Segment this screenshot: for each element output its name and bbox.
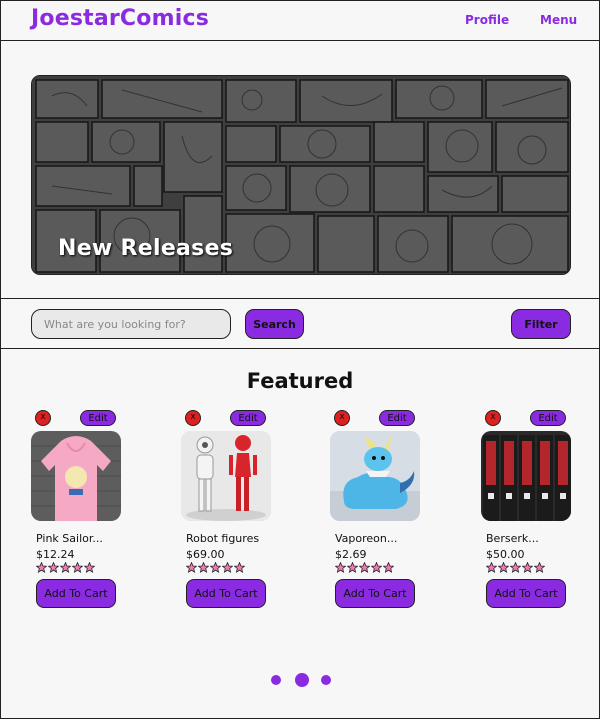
star-icon[interactable] (359, 562, 370, 573)
star-icon[interactable] (72, 562, 83, 573)
star-icon[interactable] (186, 562, 197, 573)
product-card: x Edit Berserk... $50.00 Add To Cart (481, 409, 600, 609)
star-icon[interactable] (210, 562, 221, 573)
pagination-dot-2-active[interactable] (295, 673, 309, 687)
star-rating[interactable] (186, 562, 245, 573)
star-icon[interactable] (383, 562, 394, 573)
filter-button[interactable]: Filter (511, 309, 571, 339)
product-image[interactable] (330, 431, 420, 521)
product-price: $12.24 (36, 548, 75, 561)
nav-profile-link[interactable]: Profile (465, 13, 509, 27)
star-icon[interactable] (234, 562, 245, 573)
site-logo[interactable]: JoestarComics (31, 6, 209, 31)
search-input[interactable] (31, 309, 231, 339)
star-icon[interactable] (60, 562, 71, 573)
star-icon[interactable] (222, 562, 233, 573)
delete-button[interactable]: x (485, 410, 501, 426)
edit-button[interactable]: Edit (530, 410, 566, 426)
star-icon[interactable] (48, 562, 59, 573)
star-rating[interactable] (335, 562, 394, 573)
product-image[interactable] (481, 431, 571, 521)
star-icon[interactable] (335, 562, 346, 573)
product-price: $2.69 (335, 548, 367, 561)
hero-banner[interactable]: New Releases (31, 75, 571, 275)
star-icon[interactable] (36, 562, 47, 573)
top-header: JoestarComics Profile Menu (1, 1, 599, 41)
star-rating[interactable] (486, 562, 545, 573)
product-card: x Edit Vaporeon... $2.69 Add To Cart (330, 409, 470, 609)
star-icon[interactable] (486, 562, 497, 573)
edit-button[interactable]: Edit (379, 410, 415, 426)
product-card: x Edit Robot figures $69.00 Add To Cart (181, 409, 321, 609)
pagination-dot-1[interactable] (271, 675, 281, 685)
product-image[interactable] (31, 431, 121, 521)
edit-button[interactable]: Edit (230, 410, 266, 426)
star-icon[interactable] (84, 562, 95, 573)
search-button[interactable]: Search (245, 309, 304, 339)
product-price: $50.00 (486, 548, 525, 561)
add-to-cart-button[interactable]: Add To Cart (335, 579, 415, 608)
star-icon[interactable] (522, 562, 533, 573)
product-name[interactable]: Robot figures (186, 532, 259, 545)
product-name[interactable]: Pink Sailor... (36, 532, 103, 545)
app-frame: JoestarComics Profile Menu New Releases … (0, 0, 600, 719)
product-image[interactable] (181, 431, 271, 521)
add-to-cart-button[interactable]: Add To Cart (486, 579, 566, 608)
star-icon[interactable] (498, 562, 509, 573)
product-price: $69.00 (186, 548, 225, 561)
delete-button[interactable]: x (334, 410, 350, 426)
star-icon[interactable] (510, 562, 521, 573)
add-to-cart-button[interactable]: Add To Cart (36, 579, 116, 608)
edit-button[interactable]: Edit (80, 410, 116, 426)
star-rating[interactable] (36, 562, 95, 573)
add-to-cart-button[interactable]: Add To Cart (186, 579, 266, 608)
pagination-dot-3[interactable] (321, 675, 331, 685)
search-bar: Search Filter (1, 299, 599, 349)
featured-heading: Featured (246, 369, 354, 393)
star-icon[interactable] (534, 562, 545, 573)
product-name[interactable]: Berserk... (486, 532, 539, 545)
nav-menu-link[interactable]: Menu (540, 13, 577, 27)
product-name[interactable]: Vaporeon... (335, 532, 397, 545)
hero-title: New Releases (58, 236, 234, 261)
star-icon[interactable] (371, 562, 382, 573)
delete-button[interactable]: x (35, 410, 51, 426)
star-icon[interactable] (198, 562, 209, 573)
hero-section: New Releases (1, 41, 599, 299)
product-card: x Edit Pink Sailor... $12.24 Add To Cart (31, 409, 171, 609)
delete-button[interactable]: x (185, 410, 201, 426)
star-icon[interactable] (347, 562, 358, 573)
